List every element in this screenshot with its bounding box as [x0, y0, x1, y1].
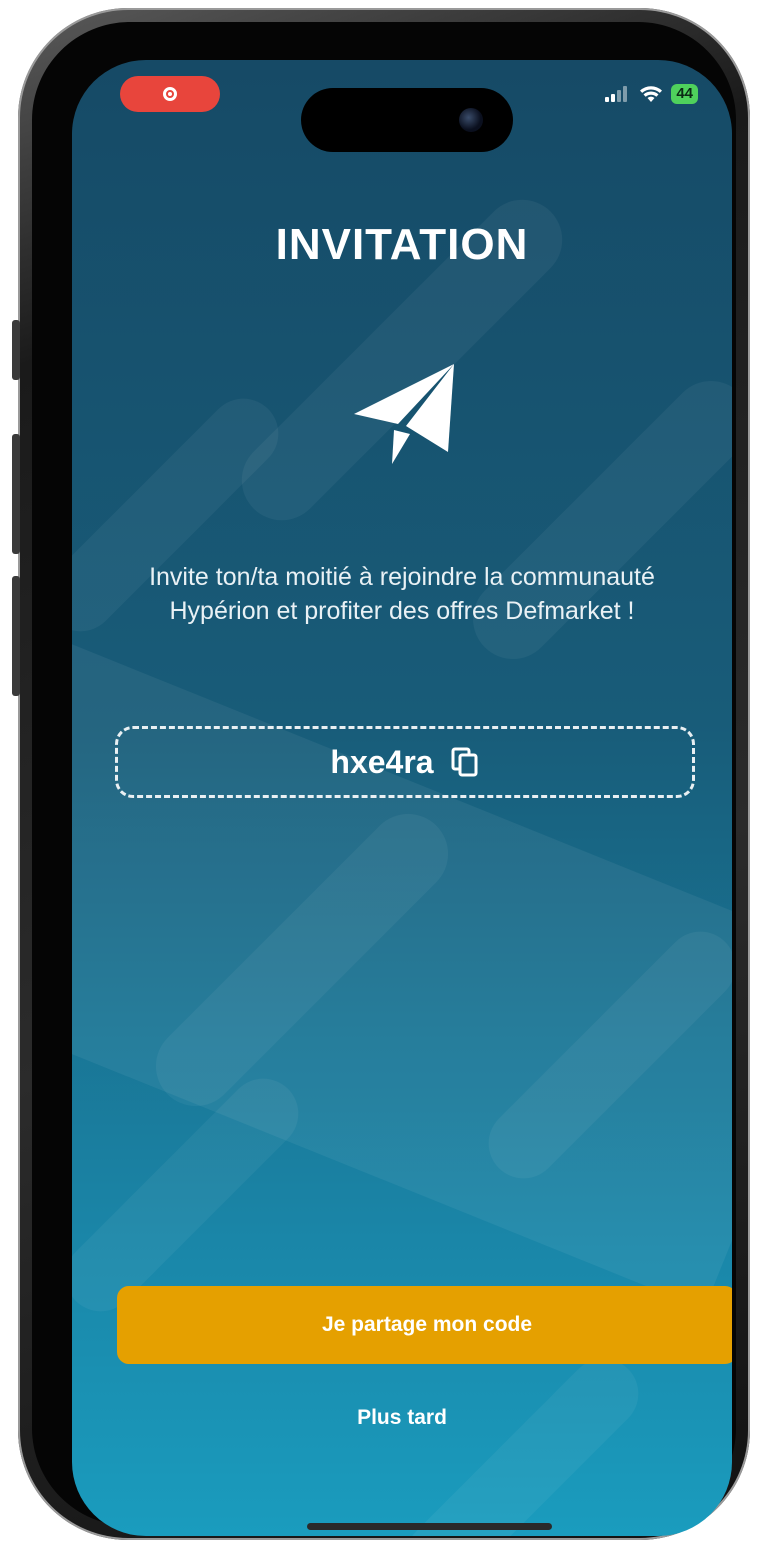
background-streak	[391, 1344, 653, 1536]
wifi-icon	[640, 86, 663, 102]
home-indicator[interactable]	[307, 1523, 552, 1530]
phone-bezel: 44 INVITATION Invite ton/ta moitié à rej…	[32, 22, 736, 1536]
share-code-button[interactable]: Je partage mon code	[117, 1286, 732, 1364]
background-streak	[456, 364, 732, 676]
cellular-signal-icon	[605, 86, 628, 102]
invitation-description: Invite ton/ta moitié à rejoindre la comm…	[92, 560, 712, 628]
description-line: Invite ton/ta moitié à rejoindre la comm…	[149, 563, 655, 591]
record-icon	[163, 87, 177, 101]
dynamic-island	[301, 88, 513, 152]
page-title: INVITATION	[275, 220, 529, 269]
later-link[interactable]: Plus tard	[72, 1406, 732, 1430]
description-line: Hypérion et profiter des offres Defmarke…	[169, 597, 635, 625]
volume-down-button	[12, 576, 20, 696]
battery-level: 44	[671, 84, 698, 104]
status-icons: 44	[605, 84, 698, 104]
paper-plane-icon	[354, 364, 454, 464]
copy-icon[interactable]	[450, 746, 480, 778]
volume-up-button	[12, 434, 20, 554]
invite-code-box[interactable]: hxe4ra	[115, 726, 695, 798]
app-screen: 44 INVITATION Invite ton/ta moitié à rej…	[72, 60, 732, 1536]
screen-recording-indicator[interactable]	[120, 76, 220, 112]
invite-code: hxe4ra	[330, 743, 434, 780]
phone-frame: 44 INVITATION Invite ton/ta moitié à rej…	[12, 8, 750, 1540]
front-camera-icon	[459, 108, 483, 132]
action-button	[12, 320, 20, 380]
